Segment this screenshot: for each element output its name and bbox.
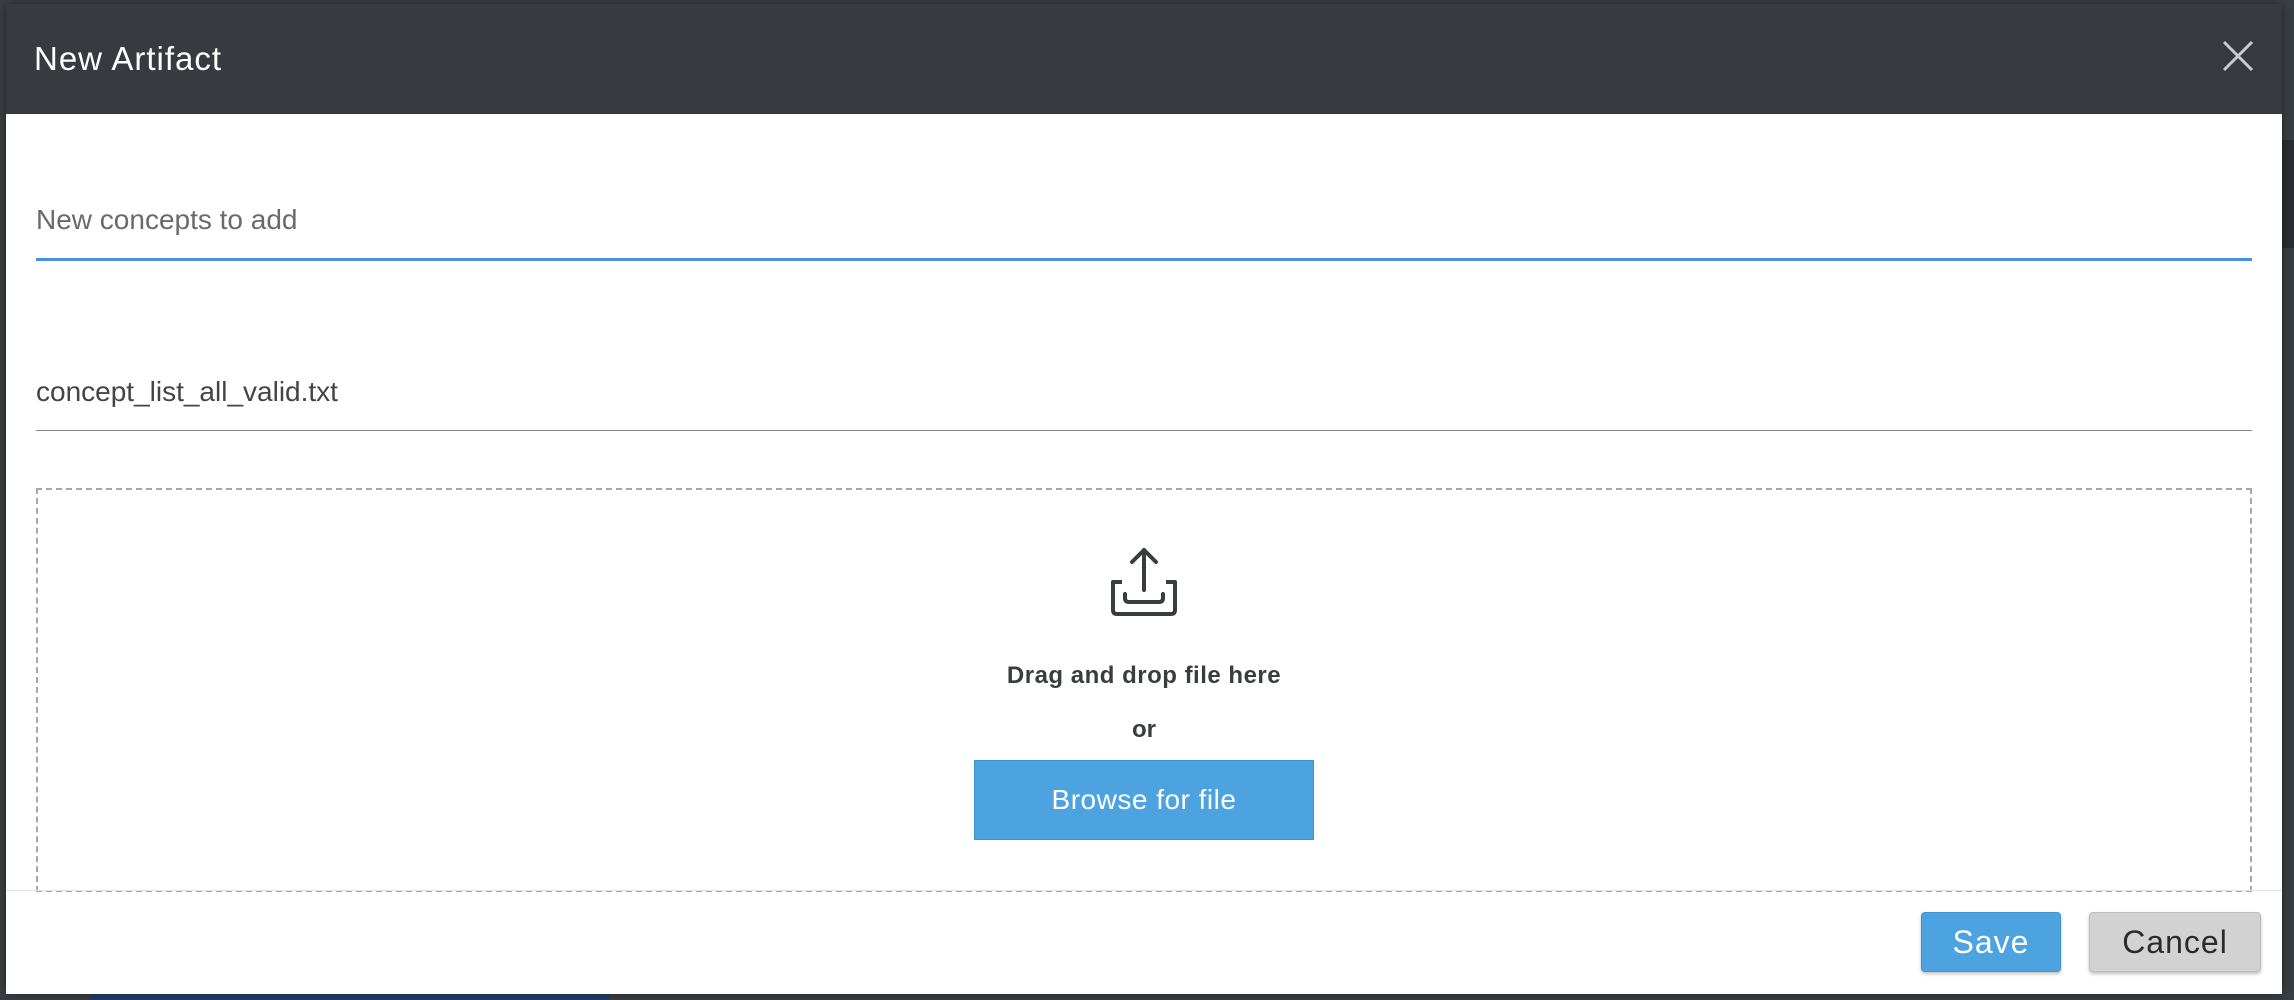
footer-divider xyxy=(6,890,2282,891)
dialog-title: New Artifact xyxy=(34,40,223,77)
file-name-field xyxy=(36,372,2252,431)
save-button[interactable]: Save xyxy=(1921,912,2061,972)
file-name-input-underline xyxy=(36,430,2252,431)
file-dropzone[interactable]: Drag and drop file here or Browse for fi… xyxy=(36,488,2252,892)
background-app-strip xyxy=(2280,140,2294,248)
drag-drop-instruction: Drag and drop file here xyxy=(1006,662,1282,689)
new-artifact-dialog: New Artifact Drag and drop file here or … xyxy=(6,4,2282,994)
dialog-header: New Artifact xyxy=(6,4,2282,114)
close-button[interactable] xyxy=(2212,30,2264,82)
or-separator: or xyxy=(1132,716,1156,743)
cancel-button[interactable]: Cancel xyxy=(2089,912,2261,972)
file-name-input[interactable] xyxy=(36,372,2252,412)
close-icon xyxy=(2222,40,2254,72)
concepts-field xyxy=(36,200,2252,261)
upload-icon xyxy=(1111,548,1177,616)
concepts-input[interactable] xyxy=(36,200,2252,240)
concepts-input-underline xyxy=(36,258,2252,261)
browse-for-file-button[interactable]: Browse for file xyxy=(974,760,1314,840)
